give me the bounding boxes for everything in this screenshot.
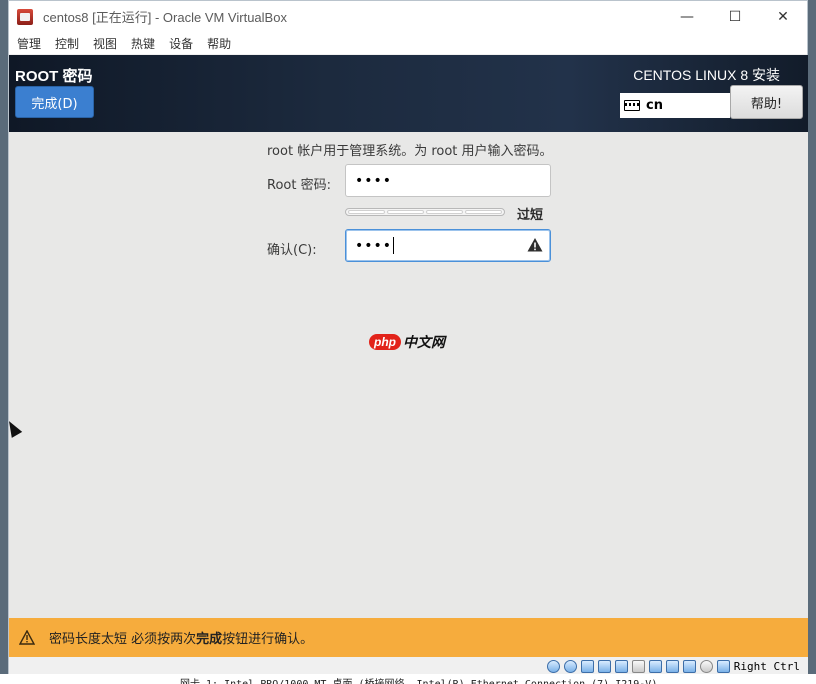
root-password-input[interactable]: •••• — [345, 164, 551, 197]
host-tooltip-text: 网卡 1: Intel PRO/1000 MT 桌面 (桥接网络, Intel(… — [180, 675, 657, 684]
close-button[interactable]: ✕ — [759, 1, 807, 32]
vm-status-bar: Right Ctrl — [9, 657, 808, 675]
maximize-button[interactable]: ☐ — [711, 1, 759, 32]
shared-folders-icon[interactable] — [631, 659, 645, 673]
menu-bar: 管理 控制 视图 热键 设备 帮助 — [9, 32, 807, 54]
instruction-text: root 帐户用于管理系统。为 root 用户输入密码。 — [267, 144, 553, 159]
virtualbox-app-icon — [17, 8, 33, 25]
root-password-label: Root 密码: — [267, 178, 331, 193]
keyboard-icon — [624, 100, 640, 111]
warning-message: 密码长度太短 必须按两次完成按钮进行确认。 — [49, 632, 314, 647]
warning-icon — [527, 238, 543, 252]
window-controls: — ☐ ✕ — [663, 1, 807, 32]
confirm-password-label: 确认(C): — [267, 243, 317, 258]
host-key-label: Right Ctrl — [733, 659, 800, 673]
confirm-password-value: •••• — [355, 237, 393, 254]
confirm-password-input[interactable]: •••• — [345, 229, 551, 262]
warning-triangle-icon — [19, 630, 35, 645]
virtualbox-window: centos8 [正在运行] - Oracle VM VirtualBox — … — [8, 0, 808, 684]
hard-disk-icon[interactable] — [563, 659, 577, 673]
guest-display[interactable]: ROOT 密码 完成(D) CENTOS LINUX 8 安装 cn 帮助! r… — [9, 55, 808, 657]
menu-item-manage[interactable]: 管理 — [17, 35, 41, 52]
menu-item-control[interactable]: 控制 — [55, 35, 79, 52]
password-strength-bar — [345, 208, 505, 216]
keyboard-capture-icon[interactable] — [716, 659, 730, 673]
root-password-form: root 帐户用于管理系统。为 root 用户输入密码。 Root 密码: ••… — [9, 132, 808, 618]
help-button[interactable]: 帮助! — [730, 85, 803, 119]
mouse-integration-icon[interactable] — [699, 659, 713, 673]
keyboard-layout-indicator[interactable]: cn — [620, 93, 730, 118]
root-password-value: •••• — [355, 172, 393, 189]
menu-item-devices[interactable]: 设备 — [169, 35, 193, 52]
menu-item-help[interactable]: 帮助 — [207, 35, 231, 52]
menu-item-view[interactable]: 视图 — [93, 35, 117, 52]
warning-banner[interactable]: 密码长度太短 必须按两次完成按钮进行确认。 — [9, 618, 808, 657]
title-bar[interactable]: centos8 [正在运行] - Oracle VM VirtualBox — … — [9, 1, 807, 32]
page-title: ROOT 密码 — [15, 68, 93, 85]
product-title: CENTOS LINUX 8 安装 — [633, 67, 780, 83]
window-title: centos8 [正在运行] - Oracle VM VirtualBox — [43, 10, 287, 25]
watermark-text: 中文网 — [403, 335, 445, 351]
keyboard-layout-label: cn — [646, 98, 663, 113]
done-button[interactable]: 完成(D) — [15, 86, 94, 118]
text-caret — [393, 237, 395, 254]
menu-item-hotkey[interactable]: 热键 — [131, 35, 155, 52]
watermark-badge: php — [369, 334, 401, 350]
minimize-button[interactable]: — — [663, 1, 711, 32]
password-strength-label: 过短 — [517, 208, 544, 223]
installer-header: ROOT 密码 完成(D) CENTOS LINUX 8 安装 cn 帮助! — [9, 55, 808, 132]
display-icon[interactable] — [648, 659, 662, 673]
php-watermark-logo: php 中文网 — [369, 332, 445, 352]
video-capture-icon[interactable] — [665, 659, 679, 673]
virtualization-icon[interactable] — [682, 659, 696, 673]
optical-drive-icon[interactable] — [546, 659, 560, 673]
audio-icon[interactable] — [580, 659, 594, 673]
usb-icon[interactable] — [614, 659, 628, 673]
network-icon[interactable] — [597, 659, 611, 673]
